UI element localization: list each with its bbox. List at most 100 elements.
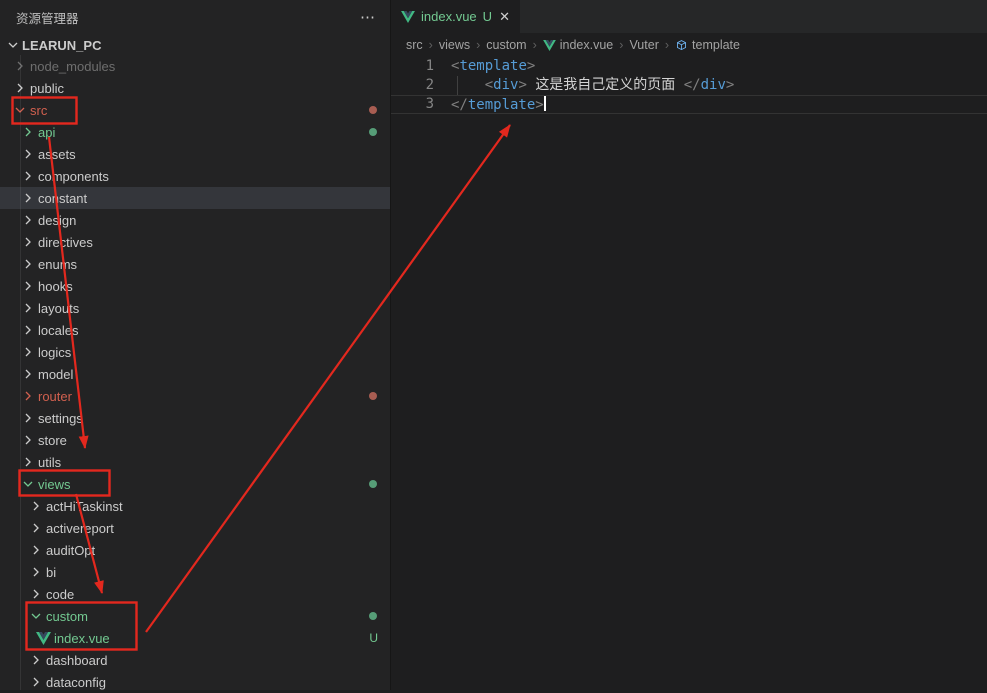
breadcrumb-item-src[interactable]: src — [406, 38, 423, 52]
tree-item-label: design — [38, 213, 76, 228]
tree-item-views[interactable]: views — [0, 473, 390, 495]
breadcrumb-item-views[interactable]: views — [439, 38, 470, 52]
breadcrumb-item-template[interactable]: template — [675, 38, 740, 52]
breadcrumb: src›views›custom›index.vue›Vuter›templat… — [391, 33, 987, 57]
close-icon[interactable]: ✕ — [499, 9, 510, 25]
tree-item-activereport[interactable]: activereport — [0, 517, 390, 539]
code-text: <template> — [451, 57, 535, 76]
tab-bar: index.vue U ✕ — [391, 0, 987, 33]
tab-index-vue[interactable]: index.vue U ✕ — [391, 0, 520, 33]
untracked-dot-badge — [369, 480, 377, 488]
code-line-2[interactable]: 2 <div> 这是我自己定义的页面 </div> — [391, 76, 987, 95]
tree-item-layouts[interactable]: layouts — [0, 297, 390, 319]
tree-item-design[interactable]: design — [0, 209, 390, 231]
tree-item-hooks[interactable]: hooks — [0, 275, 390, 297]
tree-item-constant[interactable]: constant — [0, 187, 390, 209]
breadcrumb-label: custom — [486, 38, 526, 52]
chevron-right-icon[interactable] — [28, 586, 44, 602]
breadcrumb-item-index.vue[interactable]: index.vue — [543, 38, 614, 52]
code-line-3[interactable]: 3</template> — [391, 95, 987, 114]
tree-item-public[interactable]: public — [0, 77, 390, 99]
tree-item-label: locales — [38, 323, 78, 338]
line-number: 1 — [391, 57, 434, 76]
tree-item-label: api — [38, 125, 55, 140]
modified-dot-badge — [369, 106, 377, 114]
tree-item-custom[interactable]: custom — [0, 605, 390, 627]
tree-item-label: constant — [38, 191, 87, 206]
tree-item-store[interactable]: store — [0, 429, 390, 451]
chevron-right-icon[interactable] — [20, 146, 36, 162]
tree-item-api[interactable]: api — [0, 121, 390, 143]
more-actions-icon[interactable]: ⋯ — [360, 10, 376, 25]
tree-item-actHiTaskinst[interactable]: actHiTaskinst — [0, 495, 390, 517]
vue-file-icon — [36, 632, 51, 645]
chevron-right-icon[interactable] — [28, 652, 44, 668]
chevron-right-icon[interactable] — [20, 410, 36, 426]
untracked-dot-badge — [369, 128, 377, 136]
tree-item-code[interactable]: code — [0, 583, 390, 605]
tree-item-logics[interactable]: logics — [0, 341, 390, 363]
chevron-down-icon[interactable] — [28, 608, 44, 624]
tree-item-src[interactable]: src — [0, 99, 390, 121]
tree-item-label: public — [30, 81, 64, 96]
breadcrumb-item-Vuter[interactable]: Vuter — [629, 38, 658, 52]
chevron-right-icon[interactable] — [28, 520, 44, 536]
tree-root-learun-pc[interactable]: LEARUN_PC — [0, 35, 390, 55]
tree-item-auditOpt[interactable]: auditOpt — [0, 539, 390, 561]
tree-item-label: actHiTaskinst — [46, 499, 123, 514]
template-symbol-icon — [675, 39, 688, 52]
tree-item-label: store — [38, 433, 67, 448]
sidebar-title: 资源管理器 — [16, 8, 79, 27]
line-number: 2 — [391, 76, 434, 95]
chevron-right-icon[interactable] — [20, 432, 36, 448]
chevron-right-icon[interactable] — [20, 278, 36, 294]
chevron-right-icon[interactable] — [20, 212, 36, 228]
tree-item-components[interactable]: components — [0, 165, 390, 187]
tree-item-directives[interactable]: directives — [0, 231, 390, 253]
chevron-right-icon[interactable] — [28, 542, 44, 558]
breadcrumb-separator: › — [476, 38, 480, 52]
tree-item-label: index.vue — [54, 631, 110, 646]
breadcrumb-separator: › — [429, 38, 433, 52]
chevron-right-icon[interactable] — [20, 124, 36, 140]
chevron-right-icon[interactable] — [20, 344, 36, 360]
chevron-right-icon[interactable] — [20, 388, 36, 404]
code-line-1[interactable]: 1 <template> — [391, 57, 987, 76]
tree-item-locales[interactable]: locales — [0, 319, 390, 341]
tree-item-dashboard[interactable]: dashboard — [0, 649, 390, 671]
tree-item-index.vue[interactable]: index.vue U — [0, 627, 390, 649]
breadcrumb-item-custom[interactable]: custom — [486, 38, 526, 52]
tree-item-utils[interactable]: utils — [0, 451, 390, 473]
modified-dot-badge — [369, 392, 377, 400]
editor-group: index.vue U ✕ src›views›custom›index.vue… — [390, 0, 987, 690]
code-lines: 1 <template>2 <div> 这是我自己定义的页面 </div>3</t… — [391, 57, 987, 114]
chevron-right-icon[interactable] — [28, 564, 44, 580]
tree-item-assets[interactable]: assets — [0, 143, 390, 165]
chevron-right-icon[interactable] — [20, 234, 36, 250]
chevron-right-icon[interactable] — [20, 168, 36, 184]
tree-item-enums[interactable]: enums — [0, 253, 390, 275]
chevron-down-icon[interactable] — [20, 476, 36, 492]
chevron-right-icon[interactable] — [20, 322, 36, 338]
tree-item-model[interactable]: model — [0, 363, 390, 385]
tree-item-settings[interactable]: settings — [0, 407, 390, 429]
tree-item-label: src — [30, 103, 47, 118]
tab-modified-badge: U — [483, 9, 492, 24]
chevron-right-icon[interactable] — [20, 300, 36, 316]
untracked-badge: U — [369, 631, 378, 645]
chevron-right-icon[interactable] — [28, 674, 44, 690]
tree-item-router[interactable]: router — [0, 385, 390, 407]
chevron-right-icon[interactable] — [20, 366, 36, 382]
chevron-right-icon[interactable] — [28, 498, 44, 514]
tree-item-node_modules[interactable]: node_modules — [0, 55, 390, 77]
tree-item-label: directives — [38, 235, 93, 250]
breadcrumb-label: template — [692, 38, 740, 52]
tree-item-label: layouts — [38, 301, 79, 316]
code-editor[interactable]: 1 <template>2 <div> 这是我自己定义的页面 </div>3</t… — [391, 57, 987, 114]
tree-item-label: router — [38, 389, 72, 404]
tree-item-label: dataconfig — [46, 675, 106, 690]
chevron-right-icon[interactable] — [20, 256, 36, 272]
tree-item-bi[interactable]: bi — [0, 561, 390, 583]
chevron-right-icon[interactable] — [20, 190, 36, 206]
chevron-right-icon[interactable] — [20, 454, 36, 470]
